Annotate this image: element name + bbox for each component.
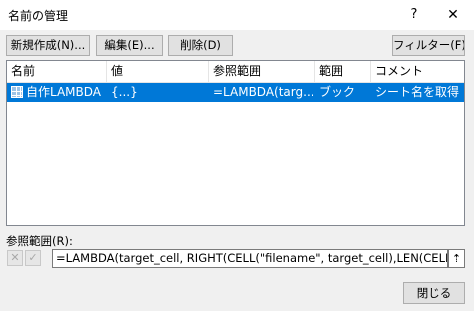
column-header-refers-to[interactable]: 参照範囲 — [209, 61, 315, 82]
item-scope: ブック — [319, 85, 356, 99]
filter-button[interactable]: フィルター(F) ▾ — [392, 35, 465, 56]
item-name: 自作LAMBDA — [26, 85, 101, 99]
help-button[interactable]: ? — [404, 5, 424, 25]
refers-to-label: 参照範囲(R): — [6, 234, 73, 248]
dialog-title: 名前の管理 — [8, 9, 69, 23]
names-list[interactable]: 名前 値 参照範囲 範囲 コメント 自作LAMBDA {...} =LAMBDA… — [6, 60, 465, 226]
title-bar: 名前の管理 ? ✕ — [0, 0, 474, 30]
column-header-comment[interactable]: コメント — [371, 61, 464, 82]
confirm-edit-icon[interactable]: ✓ — [25, 250, 41, 266]
refers-to-input[interactable]: =LAMBDA(target_cell, RIGHT(CELL("filenam… — [52, 249, 448, 268]
list-header: 名前 値 参照範囲 範囲 コメント — [7, 61, 464, 83]
delete-button[interactable]: 削除(D) — [168, 35, 233, 56]
new-button[interactable]: 新規作成(N)... — [6, 35, 90, 56]
collapse-dialog-icon[interactable]: ⇡ — [448, 249, 465, 268]
item-refers-to: =LAMBDA(targ... — [213, 85, 313, 99]
item-value: {...} — [111, 85, 138, 99]
cancel-edit-icon[interactable]: ✕ — [7, 250, 23, 266]
column-header-scope[interactable]: 範囲 — [315, 61, 371, 82]
column-header-name[interactable]: 名前 — [7, 61, 107, 82]
name-range-icon — [11, 86, 23, 98]
close-button[interactable]: 閉じる — [403, 282, 465, 304]
list-item[interactable]: 自作LAMBDA {...} =LAMBDA(targ... ブック シート名を… — [7, 83, 464, 102]
column-header-value[interactable]: 値 — [107, 61, 209, 82]
edit-button[interactable]: 編集(E)... — [96, 35, 163, 56]
close-window-button[interactable]: ✕ — [442, 5, 464, 25]
item-comment: シート名を取得 — [375, 85, 460, 99]
